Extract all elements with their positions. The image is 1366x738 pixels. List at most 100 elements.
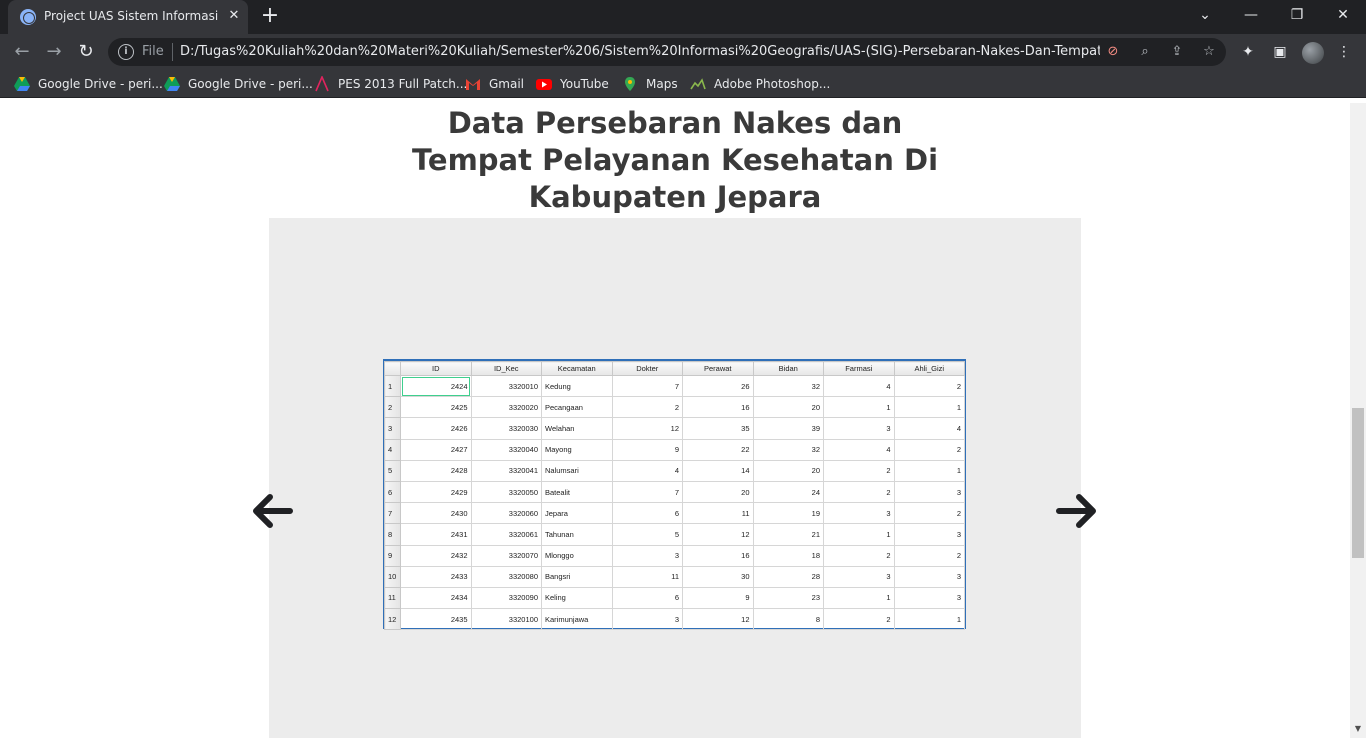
table-cell[interactable]: 26 [682, 374, 754, 398]
table-cell[interactable]: 7 [611, 480, 683, 504]
table-cell[interactable]: 2427 [400, 438, 472, 461]
bookmark-star-icon[interactable]: ☆ [1200, 43, 1218, 61]
bookmark-item[interactable]: Adobe Photoshop... [690, 75, 830, 93]
table-cell[interactable]: Mayong [541, 438, 613, 461]
table-cell[interactable]: 3320090 [470, 586, 542, 610]
table-cell[interactable]: 1 [893, 459, 965, 482]
table-cell[interactable]: 20 [752, 396, 824, 419]
back-button[interactable]: ← [8, 38, 36, 66]
table-cell[interactable]: 3320040 [470, 438, 542, 461]
zoom-icon[interactable]: ⌕ [1136, 43, 1154, 61]
table-cell[interactable]: Tahunan [541, 523, 613, 546]
table-cell[interactable]: 2 [893, 438, 965, 461]
table-cell[interactable]: 3320080 [470, 565, 542, 588]
table-cell[interactable]: 1 [823, 523, 895, 546]
table-cell[interactable]: 2 [611, 396, 683, 419]
table-cell[interactable]: 3 [893, 586, 965, 610]
table-cell[interactable]: 2425 [400, 396, 472, 419]
table-cell[interactable]: 39 [752, 417, 824, 440]
table-cell[interactable]: 3320010 [470, 374, 542, 398]
table-cell[interactable]: 4 [893, 417, 965, 440]
table-cell[interactable]: 1 [823, 586, 895, 610]
table-cell[interactable]: 35 [682, 417, 754, 440]
table-cell[interactable]: Welahan [541, 417, 613, 440]
table-cell[interactable]: Keling [541, 586, 613, 610]
tab-search-icon[interactable]: ⌄ [1182, 0, 1228, 30]
table-cell[interactable]: Jepara [541, 502, 613, 525]
table-cell[interactable]: Karimunjawa [541, 608, 613, 631]
table-cell[interactable]: 7 [611, 374, 683, 398]
table-cell[interactable]: 12 [682, 608, 754, 631]
scroll-down-icon[interactable]: ▼ [1354, 725, 1362, 733]
table-cell[interactable]: 3 [823, 565, 895, 588]
bookmark-item[interactable]: Maps [622, 75, 678, 93]
table-cell[interactable]: 2 [823, 459, 895, 482]
table-cell[interactable]: 3 [823, 417, 895, 440]
table-cell[interactable]: Kedung [541, 374, 613, 398]
table-cell[interactable]: 1 [823, 396, 895, 419]
table-cell[interactable]: Nalumsari [541, 459, 613, 482]
table-cell[interactable]: 2 [893, 544, 965, 567]
table-cell[interactable]: 22 [682, 438, 754, 461]
table-cell[interactable]: 11 [682, 502, 754, 525]
table-cell[interactable]: 2435 [400, 608, 472, 631]
table-cell[interactable]: 3 [893, 565, 965, 588]
url-text[interactable]: D:/Tugas%20Kuliah%20dan%20Materi%20Kulia… [180, 44, 1100, 62]
table-cell[interactable]: 1 [893, 608, 965, 631]
table-cell[interactable]: 24 [752, 480, 824, 504]
table-cell[interactable]: 3320060 [470, 502, 542, 525]
table-cell[interactable]: 5 [611, 523, 683, 546]
table-cell[interactable]: 2426 [400, 417, 472, 440]
address-bar[interactable]: i File D:/Tugas%20Kuliah%20dan%20Materi%… [108, 38, 1226, 66]
table-cell[interactable]: 12 [682, 523, 754, 546]
table-cell[interactable]: 9 [611, 438, 683, 461]
table-cell[interactable]: 23 [752, 586, 824, 610]
table-cell[interactable]: 1 [893, 396, 965, 419]
table-cell[interactable]: 6 [611, 502, 683, 525]
table-cell[interactable]: 32 [752, 438, 824, 461]
new-tab-button[interactable]: + [258, 5, 282, 29]
table-cell[interactable]: 32 [752, 374, 824, 398]
table-cell[interactable]: Batealit [541, 480, 613, 504]
table-cell[interactable]: 2433 [400, 565, 472, 588]
table-cell[interactable]: 2434 [400, 586, 472, 610]
table-cell[interactable]: 2431 [400, 523, 472, 546]
blocked-popup-icon[interactable]: ⊘ [1104, 43, 1122, 61]
table-cell[interactable]: 2429 [400, 480, 472, 504]
forward-button[interactable]: → [40, 38, 68, 66]
bookmark-item[interactable]: Google Drive - peri... [14, 75, 163, 93]
table-cell[interactable]: Bangsri [541, 565, 613, 588]
vertical-scrollbar[interactable]: ▼ [1350, 103, 1366, 738]
table-cell[interactable]: 3 [893, 523, 965, 546]
reload-button[interactable]: ↻ [72, 38, 100, 66]
table-cell[interactable]: Pecangaan [541, 396, 613, 419]
bookmark-item[interactable]: PES 2013 Full Patch... [314, 75, 467, 93]
table-cell[interactable]: 3320050 [470, 480, 542, 504]
table-cell[interactable]: 16 [682, 544, 754, 567]
extensions-icon[interactable]: ✦ [1238, 42, 1258, 62]
table-cell[interactable]: 8 [752, 608, 824, 631]
arrow-left-icon[interactable] [250, 489, 294, 533]
table-cell[interactable]: 2 [823, 480, 895, 504]
table-cell[interactable]: 12 [611, 417, 683, 440]
table-cell[interactable]: 3320061 [470, 523, 542, 546]
table-cell[interactable]: 2424 [400, 374, 472, 398]
table-cell[interactable]: 3 [823, 502, 895, 525]
table-cell[interactable]: 28 [752, 565, 824, 588]
table-cell[interactable]: 3320020 [470, 396, 542, 419]
table-cell[interactable]: 3 [611, 544, 683, 567]
table-cell[interactable]: 2 [893, 502, 965, 525]
table-cell[interactable]: 9 [682, 586, 754, 610]
minimize-button[interactable]: — [1228, 0, 1274, 30]
table-cell[interactable]: 14 [682, 459, 754, 482]
table-cell[interactable]: 6 [611, 586, 683, 610]
table-cell[interactable]: 30 [682, 565, 754, 588]
bookmark-item[interactable]: Google Drive - peri... [164, 75, 313, 93]
table-cell[interactable]: 11 [611, 565, 683, 588]
table-cell[interactable]: 3 [611, 608, 683, 631]
table-cell[interactable]: 3320030 [470, 417, 542, 440]
table-cell[interactable]: 3 [893, 480, 965, 504]
table-cell[interactable]: 3320070 [470, 544, 542, 567]
bookmark-item[interactable]: YouTube [536, 75, 609, 93]
table-cell[interactable]: 2 [893, 374, 965, 398]
